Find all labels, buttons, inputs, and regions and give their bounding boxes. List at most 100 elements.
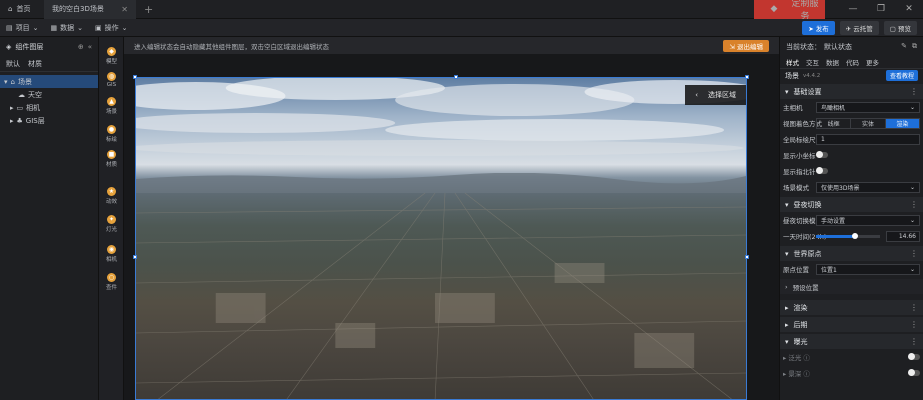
chevron-left-icon[interactable]: ‹ — [695, 91, 698, 99]
status-value[interactable]: 默认状态 — [824, 42, 852, 52]
chevron-down-icon: ⌄ — [121, 23, 128, 32]
tab-code[interactable]: 代码 — [846, 57, 859, 67]
edit-icon[interactable]: ✎ — [901, 42, 907, 51]
section-post[interactable]: ▸ 后期 ⋮ — [780, 317, 923, 332]
more-icon[interactable]: ⋮ — [910, 320, 918, 329]
section-render[interactable]: ▸ 渲染 ⋮ — [780, 300, 923, 315]
icon-bar-plot[interactable]: ● 标绘 — [99, 125, 124, 143]
layer-panel-title: 组件图层 — [15, 42, 44, 51]
window-controls: ◆ 定制服务 — ❐ ✕ — [754, 0, 923, 24]
component-title-row: 场景 v4.4.2 查看教程 — [780, 69, 923, 82]
tab-more[interactable]: 更多 — [866, 57, 879, 67]
icon-bar-material[interactable]: ■ 材质 — [99, 150, 124, 168]
view-mode-render[interactable]: 渲染 — [885, 118, 919, 128]
prop-main-camera: 主相机 鸟瞰相机 ⌄ — [780, 99, 923, 115]
global-scale-input[interactable]: 1 — [816, 133, 920, 145]
icon-bar-find[interactable]: ○ 查件 — [99, 273, 124, 291]
show-coord-toggle[interactable] — [816, 151, 828, 158]
minimize-button[interactable]: — — [839, 4, 867, 14]
tab-style[interactable]: 样式 — [786, 57, 799, 67]
select-area-panel[interactable]: ‹ 选择区域 — [685, 85, 746, 105]
view-mode-wireframe[interactable]: 线框 — [817, 118, 852, 128]
maximize-button[interactable]: ❐ — [867, 4, 895, 14]
menu-operate[interactable]: ▣ 操作 ⌄ — [89, 23, 134, 33]
tutorial-button[interactable]: 查看教程 — [885, 70, 918, 81]
show-compass-toggle[interactable] — [816, 167, 828, 174]
close-tab-icon[interactable]: ✕ — [121, 5, 128, 14]
resize-handle-top[interactable] — [454, 75, 458, 79]
preset-position-row[interactable]: › 预设位置 — [780, 279, 923, 294]
icon-bar-light[interactable]: ✦ 灯光 — [99, 215, 124, 233]
resize-handle-top-left[interactable] — [133, 75, 137, 79]
cloud-host-button[interactable]: ✈ 云托管 — [839, 20, 879, 35]
3d-scene-canvas[interactable]: ‹ 选择区域 — [135, 77, 747, 400]
new-tab-button[interactable]: + — [136, 3, 161, 16]
tree-item-scene[interactable]: ▾ ⌂ 场景 — [0, 75, 98, 88]
icon-bar-label: 材质 — [105, 162, 117, 168]
preview-button[interactable]: ▢ 预览 — [883, 20, 917, 35]
publish-button[interactable]: ➤ 发布 — [802, 20, 835, 35]
more-icon[interactable]: ⋮ — [910, 87, 918, 96]
tab-default[interactable]: 默认 — [6, 59, 20, 69]
folder-icon: ▤ — [6, 23, 13, 32]
resize-handle-right[interactable] — [745, 255, 749, 259]
prop-label: 显示指北针 — [783, 168, 816, 176]
add-layer-icon[interactable]: ⊕ — [78, 43, 84, 51]
copy-icon[interactable]: ⧉ — [912, 42, 917, 51]
tab-scene[interactable]: 我的空白3D场景 ✕ — [44, 0, 136, 19]
tab-home[interactable]: ⌂ 首页 — [0, 0, 44, 19]
tree-label: 相机 — [26, 103, 41, 112]
tree-item-gis[interactable]: ▸ ♣ GIS层 — [0, 114, 98, 127]
more-icon[interactable]: ⋮ — [910, 249, 918, 258]
prop-show-compass: 显示指北针 — [780, 163, 923, 179]
tree-item-sky[interactable]: ☁ 天空 — [0, 88, 98, 101]
scene-mode-select[interactable]: 仅使用3D场景 ⌄ — [816, 181, 920, 193]
section-exposure[interactable]: ▾ 曝光 ⋮ — [780, 334, 923, 349]
more-icon[interactable]: ⋮ — [910, 303, 918, 312]
prop-label: 原点位置 — [783, 266, 809, 274]
menu-project[interactable]: ▤ 项目 ⌄ — [0, 23, 45, 33]
tab-material[interactable]: 材质 — [28, 59, 42, 69]
tree-item-camera[interactable]: ▸ ▭ 相机 — [0, 101, 98, 114]
slider-knob[interactable] — [852, 232, 859, 239]
menu-project-label: 项目 — [15, 23, 30, 32]
tab-data[interactable]: 数据 — [826, 57, 839, 67]
select-value: 仅使用3D场景 — [821, 184, 860, 192]
input-value: 1 — [821, 135, 825, 143]
exit-edit-button[interactable]: ⇲ 退出编辑 — [723, 39, 769, 52]
tree-label: GIS层 — [25, 116, 45, 125]
icon-bar-scene[interactable]: ▲ 场景 — [99, 97, 124, 115]
section-title: 世界原点 — [793, 249, 822, 258]
close-window-button[interactable]: ✕ — [895, 4, 923, 14]
main-camera-select[interactable]: 鸟瞰相机 ⌄ — [816, 101, 920, 113]
icon-bar-model[interactable]: ◆ 模型 — [99, 47, 124, 65]
resize-handle-top-right[interactable] — [745, 75, 749, 79]
icon-bar-label: GIS — [106, 82, 117, 88]
menu-data[interactable]: ▦ 数据 ⌄ — [45, 23, 90, 33]
bulb-icon: ✦ — [107, 215, 116, 224]
section-title: 昼夜切换 — [793, 200, 822, 209]
collapse-icon[interactable]: « — [88, 43, 92, 51]
icon-bar-camera[interactable]: ◉ 相机 — [99, 245, 124, 263]
origin-position-select[interactable]: 位置1 ⌄ — [816, 263, 920, 275]
home-icon: ⌂ — [8, 5, 13, 13]
layers-icon: ◈ — [6, 42, 12, 51]
more-icon[interactable]: ⋮ — [910, 337, 918, 346]
section-basic[interactable]: ▾ 基础设置 ⋮ — [780, 84, 923, 99]
section-world-origin[interactable]: ▾ 世界原点 ⋮ — [780, 246, 923, 261]
resize-handle-left[interactable] — [133, 255, 137, 259]
bloom-toggle[interactable] — [908, 353, 920, 360]
chevron-down-icon: ⌄ — [909, 265, 915, 273]
view-mode-solid[interactable]: 实体 — [851, 118, 886, 128]
day-time-input[interactable]: 14.66 — [886, 230, 920, 242]
daynight-mode-select[interactable]: 手动设置 ⌄ — [816, 214, 920, 226]
select-area-label: 选择区域 — [708, 91, 736, 99]
day-time-slider[interactable] — [816, 232, 880, 239]
icon-bar-gis[interactable]: ◍ GIS — [99, 72, 124, 88]
more-icon[interactable]: ⋮ — [910, 200, 918, 209]
section-daynight[interactable]: ▾ 昼夜切换 ⋮ — [780, 197, 923, 212]
dof-toggle[interactable] — [908, 369, 920, 376]
tab-interaction[interactable]: 交互 — [806, 57, 819, 67]
icon-bar-effect[interactable]: ★ 动效 — [99, 187, 124, 205]
chevron-down-icon: ⌄ — [32, 23, 39, 32]
